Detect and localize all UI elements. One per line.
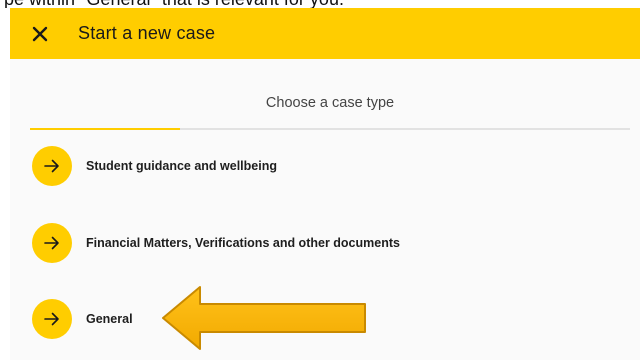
tab-choose-case-type[interactable]: Choose a case type (30, 94, 630, 112)
instruction-caption: pe within "General" that is relevant for… (4, 0, 344, 8)
case-type-label: Student guidance and wellbeing (86, 159, 277, 173)
dialog-title: Start a new case (78, 23, 216, 43)
case-type-student-guidance[interactable]: Student guidance and wellbeing (10, 146, 610, 190)
close-icon (32, 26, 48, 42)
step-tabs: Choose a case type (30, 80, 630, 130)
instruction-caption-strip: pe within "General" that is relevant for… (0, 0, 640, 8)
case-type-label: General (86, 312, 133, 326)
arrow-right-icon (44, 236, 59, 250)
case-type-arrow-button[interactable] (32, 299, 72, 339)
case-type-arrow-button[interactable] (32, 146, 72, 186)
case-type-arrow-button[interactable] (32, 223, 72, 263)
new-case-dialog: Start a new case Choose a case type Stud… (10, 8, 640, 360)
dialog-header: Start a new case (10, 8, 640, 59)
case-type-label: Financial Matters, Verifications and oth… (86, 236, 400, 250)
close-button[interactable] (26, 20, 54, 48)
tab-progress-indicator (30, 128, 180, 130)
arrow-right-icon (44, 159, 59, 173)
case-type-financial-matters[interactable]: Financial Matters, Verifications and oth… (10, 223, 610, 267)
tab-progress-track (30, 128, 630, 130)
arrow-right-icon (44, 312, 59, 326)
annotation-arrow-left-icon (162, 286, 366, 350)
